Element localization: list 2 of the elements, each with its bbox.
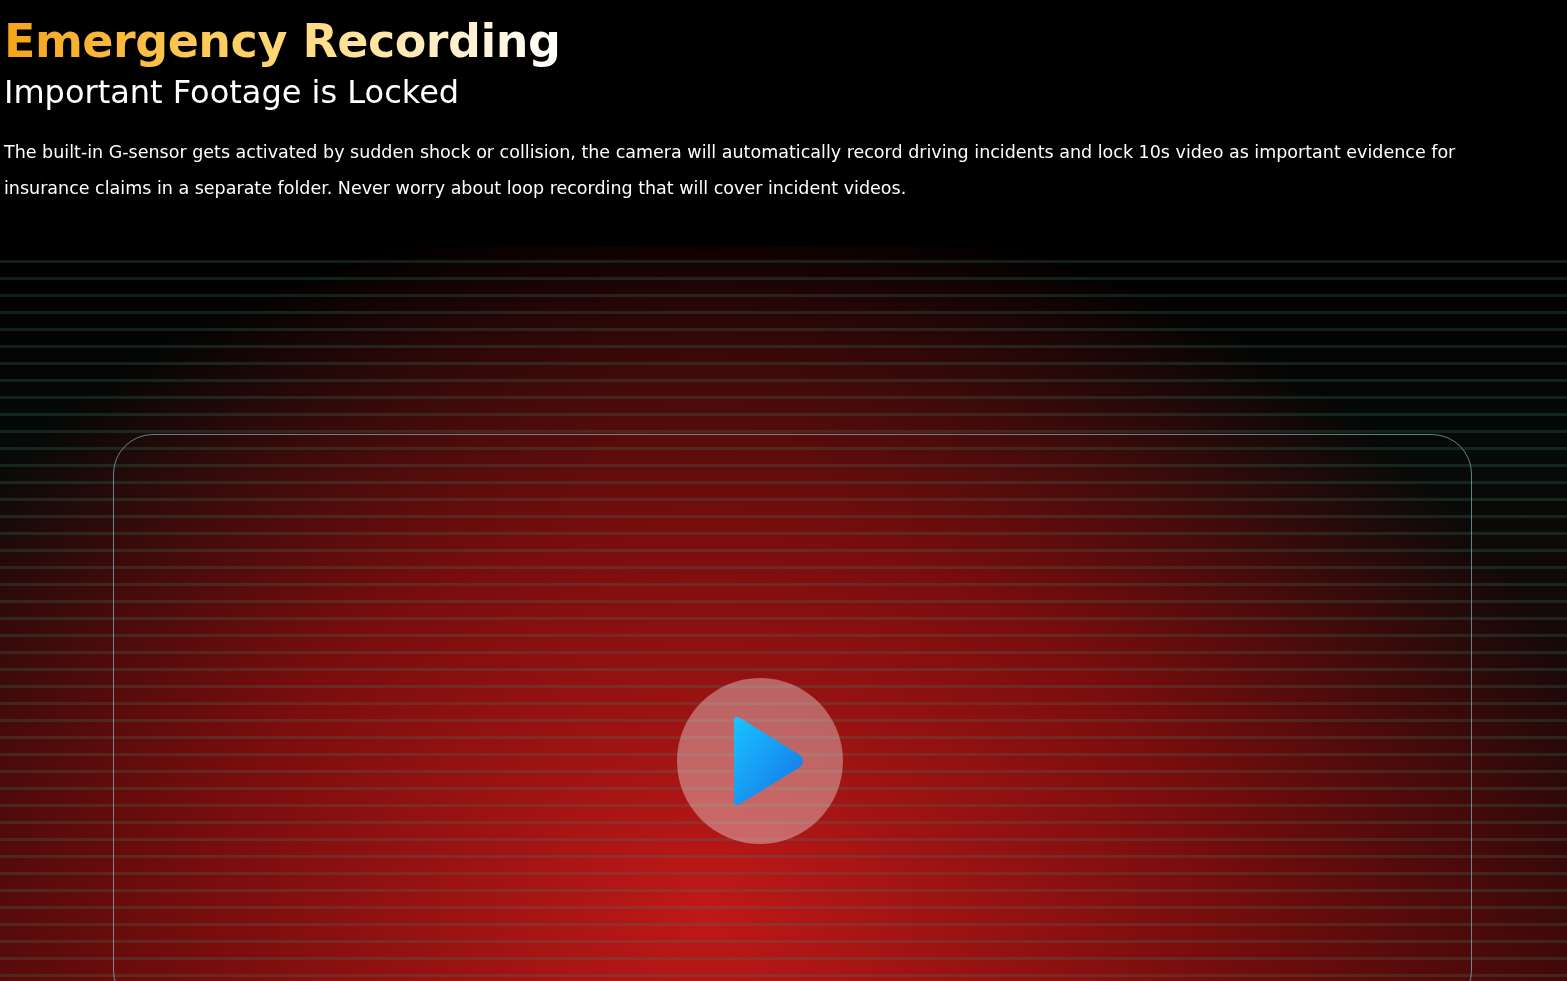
description-paragraph: The built-in G-sensor gets activated by sudden shock or collision, the camera will automatically record driving incidents and lock 10s video as important evidence for insurance claims in a separate folder. Never worry about loop recording that will cover incident videos. — [4, 141, 1457, 200]
section-subheading: Important Footage is Locked — [4, 72, 461, 113]
